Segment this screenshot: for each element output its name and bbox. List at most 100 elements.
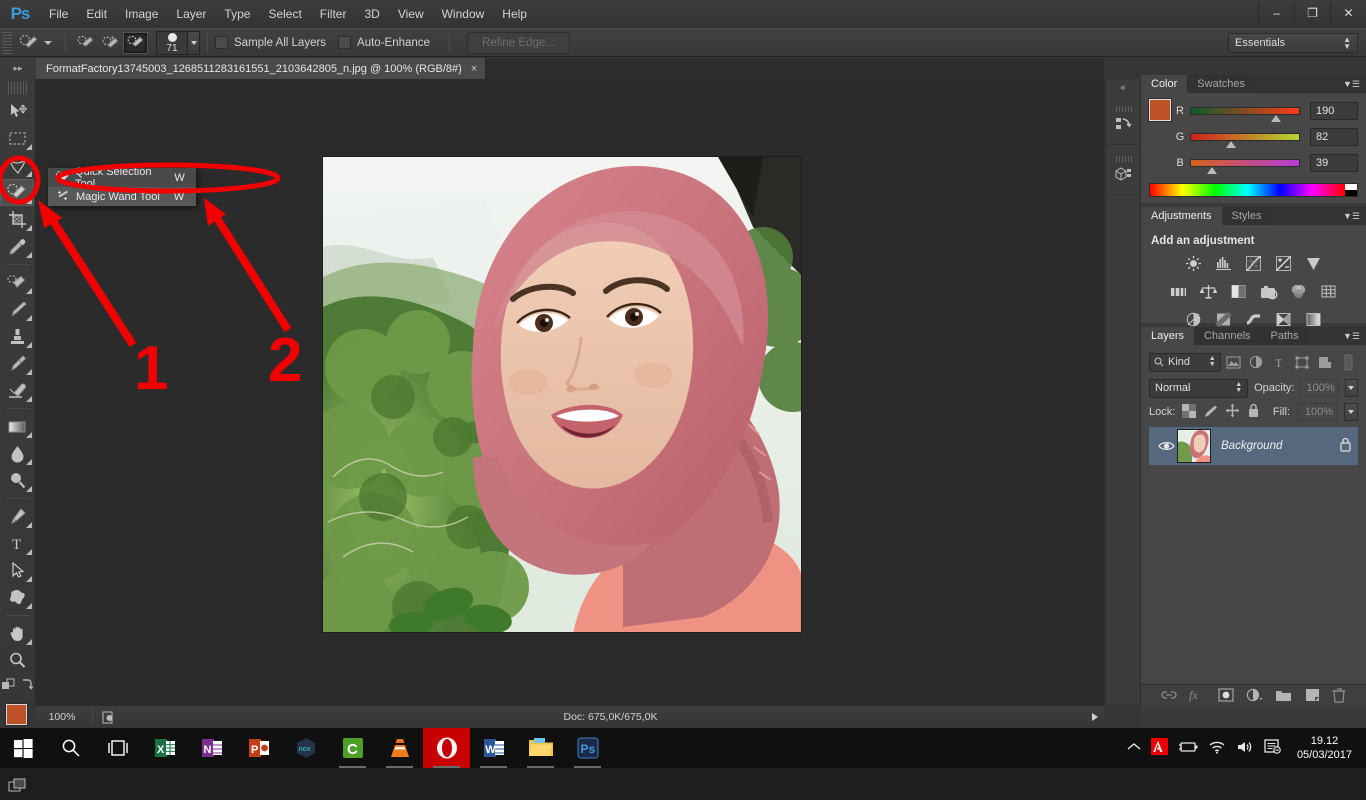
black-white-icon[interactable] — [1229, 282, 1248, 301]
document-image[interactable] — [322, 156, 802, 633]
adobe-icon[interactable] — [1150, 738, 1168, 758]
start-button[interactable] — [0, 728, 47, 768]
brush-size-chevron-icon[interactable] — [188, 30, 200, 55]
lock-image-pixels-icon[interactable] — [1203, 404, 1218, 421]
menu-type[interactable]: Type — [215, 0, 259, 28]
tab-adjustments[interactable]: Adjustments — [1141, 207, 1222, 225]
tab-paths[interactable]: Paths — [1260, 327, 1309, 345]
taskbar-clock[interactable]: 19.12 05/03/2017 — [1291, 734, 1358, 762]
brightness-contrast-icon[interactable] — [1184, 254, 1203, 273]
photoshop-taskbar-icon[interactable]: Ps — [564, 728, 611, 768]
menu-view[interactable]: View — [389, 0, 433, 28]
excel-icon[interactable]: X — [141, 728, 188, 768]
g-slider[interactable] — [1190, 133, 1300, 148]
menu-filter[interactable]: Filter — [311, 0, 356, 28]
tab-swatches[interactable]: Swatches — [1187, 75, 1255, 93]
auto-enhance-checkbox[interactable] — [338, 36, 352, 49]
task-view-icon[interactable] — [94, 728, 141, 768]
opacity-value[interactable]: 100% — [1300, 379, 1339, 397]
healing-brush-tool[interactable] — [0, 269, 34, 296]
r-value[interactable]: 190 — [1310, 102, 1358, 120]
tool-preset-chevron-icon[interactable] — [44, 40, 52, 45]
color-lookup-icon[interactable] — [1319, 282, 1338, 301]
layer-name[interactable]: Background — [1221, 440, 1339, 452]
menu-layer[interactable]: Layer — [167, 0, 215, 28]
action-center-icon[interactable] — [1264, 739, 1281, 757]
lock-position-icon[interactable] — [1225, 403, 1240, 421]
crop-tool[interactable] — [0, 206, 34, 233]
hue-saturation-icon[interactable] — [1169, 282, 1188, 301]
history-brush-tool[interactable] — [0, 350, 34, 377]
menu-file[interactable]: File — [40, 0, 77, 28]
vlc-icon[interactable] — [376, 728, 423, 768]
lasso-tool[interactable] — [0, 152, 34, 179]
word-icon[interactable]: W — [470, 728, 517, 768]
menu-image[interactable]: Image — [116, 0, 167, 28]
g-slider-thumb[interactable] — [1225, 141, 1236, 148]
refine-edge-button[interactable]: Refine Edge... — [466, 31, 570, 54]
file-explorer-icon[interactable] — [517, 728, 564, 768]
brush-size-field[interactable]: 71 — [156, 30, 188, 55]
type-tool[interactable]: T — [0, 530, 34, 557]
new-selection-button[interactable] — [73, 32, 98, 54]
quick-selection-tool[interactable] — [0, 179, 34, 206]
filter-adjustment-icon[interactable] — [1247, 353, 1267, 372]
g-value[interactable]: 82 — [1310, 128, 1358, 146]
c-app-icon[interactable]: C — [329, 728, 376, 768]
opacity-chevron-icon[interactable] — [1344, 379, 1358, 397]
color-spectrum-bar[interactable] — [1149, 183, 1358, 197]
minimize-button[interactable]: – — [1258, 2, 1294, 24]
options-bar-grip[interactable] — [2, 31, 12, 54]
add-to-selection-button[interactable]: + — [98, 32, 123, 54]
pen-tool[interactable] — [0, 503, 34, 530]
menu-edit[interactable]: Edit — [77, 0, 116, 28]
subtract-from-selection-button[interactable] — [123, 31, 148, 54]
r-slider-thumb[interactable] — [1270, 115, 1281, 122]
gradient-tool[interactable] — [0, 413, 34, 440]
foreground-color-swatch[interactable] — [5, 703, 28, 726]
brush-tool[interactable] — [0, 296, 34, 323]
search-icon[interactable] — [47, 728, 94, 768]
folder-icon[interactable] — [1275, 688, 1292, 705]
tab-color[interactable]: Color — [1141, 75, 1188, 93]
collapse-panels-icon[interactable]: « — [1106, 79, 1140, 95]
r-slider[interactable] — [1190, 107, 1300, 122]
clone-stamp-tool[interactable] — [0, 323, 34, 350]
trash-icon[interactable] — [1332, 687, 1346, 706]
wifi-icon[interactable] — [1208, 740, 1226, 757]
restore-button[interactable]: ❐ — [1294, 2, 1330, 24]
levels-icon[interactable] — [1214, 254, 1233, 273]
eraser-tool[interactable] — [0, 377, 34, 404]
menu-help[interactable]: Help — [493, 0, 536, 28]
color-balance-icon[interactable] — [1199, 282, 1218, 301]
flyout-item-quick-selection-tool[interactable]: Quick Selection Tool W — [48, 166, 196, 190]
layer-thumbnail[interactable] — [1177, 429, 1211, 463]
canvas-area[interactable] — [36, 79, 1104, 705]
nox-icon[interactable]: nox — [282, 728, 329, 768]
document-tab[interactable]: FormatFactory13745003_1268511283161551_2… — [36, 58, 487, 79]
vibrance-icon[interactable] — [1304, 254, 1323, 273]
layers-panel-menu-icon[interactable]: ▼☰ — [1343, 331, 1360, 342]
filter-pixel-icon[interactable] — [1224, 353, 1244, 372]
document-tab-close-icon[interactable]: × — [471, 63, 477, 75]
fill-chevron-icon[interactable] — [1344, 403, 1358, 421]
lock-transparent-pixels-icon[interactable] — [1182, 403, 1197, 421]
workspace-selector[interactable]: Essentials ▲ ▼ — [1228, 33, 1358, 53]
channel-mixer-icon[interactable] — [1289, 282, 1308, 301]
blur-tool[interactable] — [0, 440, 34, 467]
powerpoint-icon[interactable]: P — [235, 728, 282, 768]
hand-tool[interactable] — [0, 620, 34, 647]
b-slider-thumb[interactable] — [1207, 167, 1218, 174]
flyout-item-magic-wand-tool[interactable]: Magic Wand Tool W — [48, 187, 196, 206]
close-button[interactable]: ✕ — [1330, 2, 1366, 24]
fill-value[interactable]: 100% — [1297, 403, 1337, 421]
b-slider[interactable] — [1190, 159, 1300, 174]
tab-styles[interactable]: Styles — [1221, 207, 1272, 225]
path-selection-tool[interactable] — [0, 557, 34, 584]
move-tool[interactable] — [0, 98, 34, 125]
layer-filter-kind[interactable]: Kind ▲ ▼ — [1149, 352, 1221, 372]
fx-icon[interactable]: fx — [1189, 688, 1205, 705]
blend-mode-select[interactable]: Normal ▲ ▼ — [1149, 378, 1249, 398]
3d-panel-button[interactable] — [1106, 145, 1142, 195]
menu-3d[interactable]: 3D — [355, 0, 388, 28]
